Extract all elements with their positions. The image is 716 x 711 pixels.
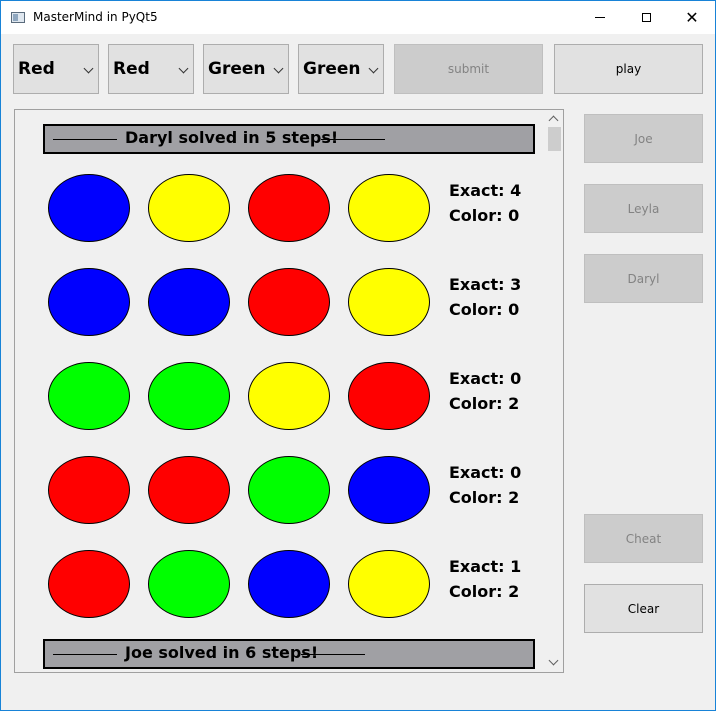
guess-row: Exact: 3 Color: 0 [15,268,545,338]
minimize-button[interactable] [577,1,623,34]
player-button-joe[interactable]: Joe [584,114,703,163]
app-window-icon [11,12,25,23]
peg-red [148,456,230,524]
color-combo-3[interactable]: Green [203,44,289,94]
window-title: MasterMind in PyQt5 [33,10,158,24]
color-combo-4-value: Green [303,59,361,79]
guess-row: Exact: 4 Color: 0 [15,174,545,244]
exact-count: Exact: 4 [449,181,522,200]
exact-count: Exact: 0 [449,463,522,482]
peg-green [48,362,130,430]
title-bar[interactable]: MasterMind in PyQt5 ✕ [1,1,715,34]
result-banner: Daryl solved in 5 steps! [43,124,535,154]
chevron-down-icon [368,63,379,74]
exact-count: Exact: 3 [449,275,522,294]
guess-row: Exact: 0 Color: 2 [15,456,545,526]
cheat-button[interactable]: Cheat [584,514,703,563]
color-count: Color: 2 [449,488,520,507]
result-banner-text: Daryl solved in 5 steps! [125,128,339,147]
maximize-icon [641,13,651,22]
banner-rule-right [301,654,365,655]
peg-red [48,456,130,524]
peg-yellow [248,362,330,430]
board-scroll-area[interactable]: Daryl solved in 5 steps! Exact: 4 Color:… [14,109,564,673]
chevron-down-icon [273,63,284,74]
color-combo-1-value: Red [18,59,55,79]
main-window: MasterMind in PyQt5 ✕ Red Red Green Gree… [0,0,716,711]
color-combo-1[interactable]: Red [13,44,99,94]
color-count: Color: 0 [449,206,520,225]
score: Exact: 4 Color: 0 [449,178,521,228]
scroll-down-arrow-icon[interactable] [548,655,559,666]
scroll-up-arrow-icon[interactable] [548,115,559,126]
score: Exact: 3 Color: 0 [449,272,521,322]
peg-red [248,268,330,336]
peg-green [148,550,230,618]
color-combo-3-value: Green [208,59,266,79]
exact-count: Exact: 1 [449,557,522,576]
vertical-scrollbar[interactable] [546,110,563,672]
peg-red [348,362,430,430]
minimize-icon [595,17,605,18]
player-button-daryl[interactable]: Daryl [584,254,703,303]
banner-rule-left [53,654,117,655]
chevron-down-icon [83,63,94,74]
color-count: Color: 2 [449,582,520,601]
result-banner-text: Joe solved in 6 steps! [125,643,319,662]
color-combo-2[interactable]: Red [108,44,194,94]
submit-button[interactable]: submit [394,44,543,94]
banner-rule-right [321,139,385,140]
peg-red [248,174,330,242]
peg-yellow [348,550,430,618]
peg-blue [348,456,430,524]
peg-blue [248,550,330,618]
score: Exact: 1 Color: 2 [449,554,521,604]
peg-yellow [348,268,430,336]
peg-green [248,456,330,524]
guess-row: Exact: 0 Color: 2 [15,362,545,432]
peg-blue [48,268,130,336]
peg-red [48,550,130,618]
score: Exact: 0 Color: 2 [449,460,521,510]
play-button[interactable]: play [554,44,703,94]
player-button-leyla[interactable]: Leyla [584,184,703,233]
guess-row: Exact: 1 Color: 2 [15,550,545,620]
color-count: Color: 2 [449,394,520,413]
color-combo-2-value: Red [113,59,150,79]
clear-button[interactable]: Clear [584,584,703,633]
score: Exact: 0 Color: 2 [449,366,521,416]
color-combo-4[interactable]: Green [298,44,384,94]
scrollbar-thumb[interactable] [548,127,561,151]
maximize-button[interactable] [623,1,669,34]
color-count: Color: 0 [449,300,520,319]
peg-yellow [348,174,430,242]
exact-count: Exact: 0 [449,369,522,388]
close-icon: ✕ [685,8,699,27]
peg-blue [48,174,130,242]
peg-green [148,362,230,430]
peg-blue [148,268,230,336]
chevron-down-icon [178,63,189,74]
banner-rule-left [53,139,117,140]
peg-yellow [148,174,230,242]
close-button[interactable]: ✕ [669,1,715,34]
result-banner: Joe solved in 6 steps! [43,639,535,669]
